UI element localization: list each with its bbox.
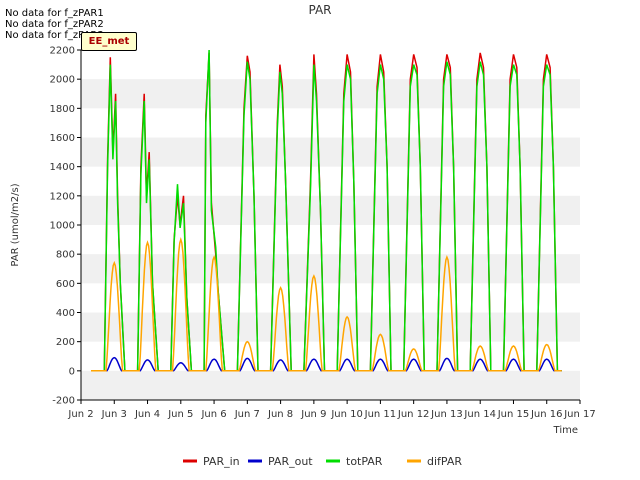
y-tick-label: 1800 [50, 104, 75, 115]
no-data-note: No data for f_zPAR2 [5, 19, 104, 30]
grid-band [81, 137, 580, 167]
legend-label: PAR_out [268, 455, 313, 468]
par-chart: -200 0 200 400 600 800 1000 1200 1400 1600 1800 200… [10, 3, 596, 468]
y-tick-label: 2200 [50, 46, 75, 57]
x-tick-label: Jun 4 [134, 409, 160, 420]
y-tick-label: 1600 [50, 133, 75, 144]
y-tick-label: -200 [52, 396, 75, 407]
x-tick-label: Jun 6 [200, 409, 226, 420]
y-tick-label: 1000 [50, 221, 75, 232]
no-data-note: No data for f_zPAR1 [5, 8, 104, 19]
grid-band [81, 195, 580, 225]
y-tick-label: 0 [69, 366, 75, 377]
y-tick-label: 800 [56, 250, 75, 261]
y-tick-label: 600 [56, 279, 75, 290]
y-tick-label: 1200 [50, 191, 75, 202]
x-tick-label: Jun 3 [101, 409, 127, 420]
grid-band [81, 79, 580, 109]
x-tick-label: Jun 15 [497, 409, 530, 420]
x-tick-label: Jun 11 [364, 409, 397, 420]
x-axis-label: Time [553, 425, 578, 436]
x-tick-label: Jun 9 [300, 409, 326, 420]
legend: PAR_in PAR_out totPAR difPAR [183, 455, 462, 468]
y-tick-label: 400 [56, 308, 75, 319]
y-tick-label: 200 [56, 337, 75, 348]
legend-label: difPAR [427, 455, 462, 468]
x-tick-label: Jun 17 [563, 409, 596, 420]
chart-title: PAR [308, 3, 331, 17]
site-badge: EE_met [81, 32, 137, 51]
x-tick-label: Jun 10 [330, 409, 363, 420]
x-tick-label: Jun 16 [530, 409, 563, 420]
x-tick-label: Jun 14 [463, 409, 496, 420]
y-tick-label: 1400 [50, 162, 75, 173]
legend-label: totPAR [346, 455, 383, 468]
x-tick-label: Jun 8 [267, 409, 293, 420]
x-tick-label: Jun 5 [167, 409, 193, 420]
x-tick-label: Jun 13 [430, 409, 463, 420]
legend-label: PAR_in [203, 455, 240, 468]
y-axis-label: PAR (umol/m2/s) [10, 183, 21, 266]
x-tick-label: Jun 2 [67, 409, 93, 420]
x-tick-label: Jun 7 [234, 409, 260, 420]
grid-bands [81, 50, 580, 400]
grid-band [81, 370, 580, 400]
x-tick-label: Jun 12 [397, 409, 430, 420]
y-tick-label: 2000 [50, 75, 75, 86]
